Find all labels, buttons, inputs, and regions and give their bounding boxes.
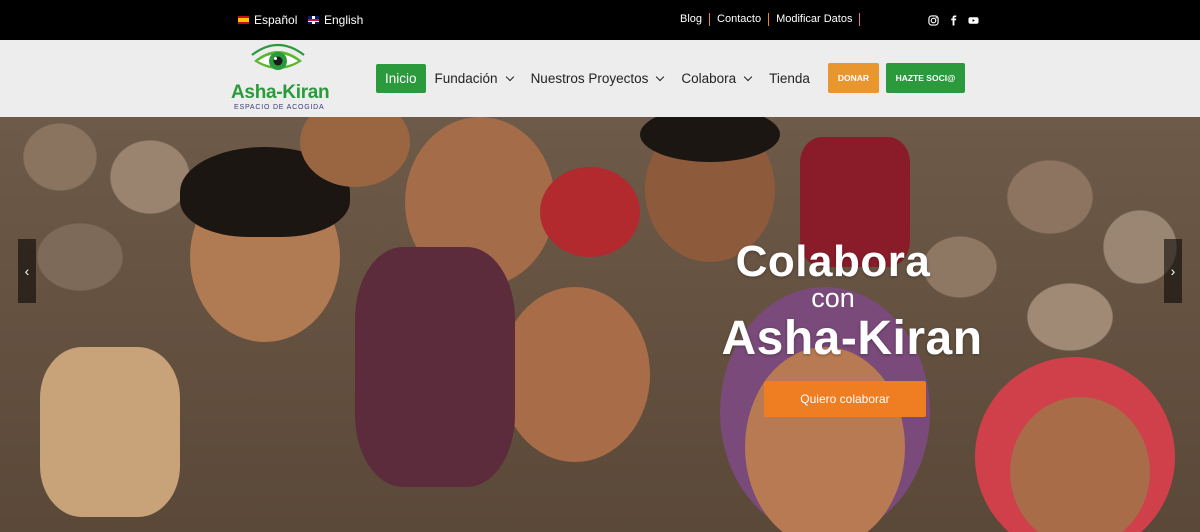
hero-slider: ‹ › Colabora con Asha-Kiran Quiero colab…: [0, 117, 1200, 532]
language-label: English: [324, 13, 364, 27]
top-links: Blog Contacto Modificar Datos: [680, 13, 861, 26]
logo[interactable]: Asha-Kiran ESPACIO DE ACOGIDA: [228, 43, 330, 115]
nav-item-label: Fundación: [434, 71, 498, 86]
nav-item-tienda[interactable]: Tienda: [760, 64, 819, 93]
language-spanish[interactable]: Español: [238, 13, 297, 27]
modificar-datos-link[interactable]: Modificar Datos: [769, 13, 861, 26]
main-nav: Inicio Fundación Nuestros Proyectos Cola…: [376, 64, 819, 93]
donar-button[interactable]: DONAR: [828, 63, 879, 93]
nav-item-label: Colabora: [681, 71, 737, 86]
top-bar: Español English Blog Contacto Modificar …: [0, 0, 1200, 40]
nav-item-label: Nuestros Proyectos: [530, 71, 649, 86]
nav-item-fundacion[interactable]: Fundación: [426, 64, 522, 93]
hero-title-asha-kiran: Asha-Kiran: [721, 312, 983, 365]
eye-logo-icon: [251, 43, 305, 70]
quiero-colaborar-button[interactable]: Quiero colaborar: [764, 381, 926, 417]
nav-item-inicio[interactable]: Inicio: [376, 64, 426, 93]
logo-tagline: ESPACIO DE ACOGIDA: [234, 104, 325, 111]
main-header: Asha-Kiran ESPACIO DE ACOGIDA Inicio Fun…: [0, 40, 1200, 117]
nav-item-label: Tienda: [769, 71, 810, 86]
language-label: Español: [254, 13, 298, 27]
hero-title-colabora: Colabora: [735, 237, 931, 286]
chevron-down-icon: [743, 72, 753, 81]
nav-item-label: Inicio: [385, 71, 417, 86]
contacto-link[interactable]: Contacto: [710, 13, 770, 26]
facebook-icon[interactable]: [948, 13, 959, 26]
youtube-icon[interactable]: [968, 13, 979, 24]
flag-uk-icon: [308, 16, 319, 24]
chevron-down-icon: [656, 72, 665, 81]
chevron-down-icon: [505, 72, 514, 81]
hero-photo-child: [40, 347, 180, 517]
flag-spain-icon: [238, 16, 249, 24]
instagram-icon[interactable]: [928, 13, 939, 26]
nav-item-colabora[interactable]: Colabora: [672, 64, 760, 93]
hero-title-con: con: [811, 283, 855, 313]
language-english[interactable]: English: [308, 13, 363, 27]
logo-name: Asha-Kiran: [231, 82, 330, 103]
hero-photo-child: [745, 347, 905, 532]
nav-item-nuestros-proyectos[interactable]: Nuestros Proyectos: [522, 64, 673, 93]
blog-link[interactable]: Blog: [680, 13, 711, 26]
hazte-socio-button[interactable]: HAZTE SOCI@: [886, 63, 965, 93]
social-links: [928, 13, 979, 26]
